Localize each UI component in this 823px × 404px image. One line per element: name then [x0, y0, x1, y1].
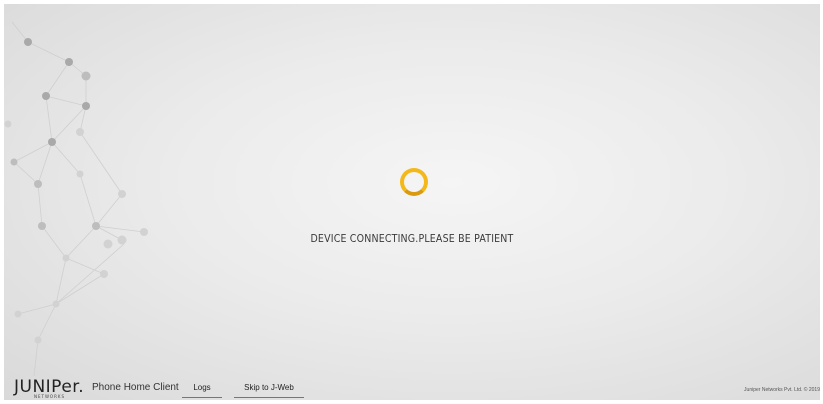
network-graphic — [4, 21, 148, 377]
skip-to-jweb-link[interactable]: Skip to J-Web — [234, 383, 304, 398]
copyright-notice: Juniper Networks Pvt. Ltd. © 2019 — [744, 387, 820, 393]
skip-to-jweb-underline — [234, 397, 304, 398]
logs-link[interactable]: Logs — [182, 383, 222, 398]
footer-bar: JUNIPer. NETWORKS Phone Home Client Logs… — [4, 379, 820, 400]
logo-subtext: NETWORKS — [34, 394, 66, 399]
phone-home-screen: DEVICE CONNECTING.PLEASE BE PATIENT JUNI… — [4, 4, 820, 400]
loading-spinner-icon — [400, 168, 428, 196]
logs-link-underline — [182, 397, 222, 398]
juniper-logo: JUNIPer. NETWORKS — [14, 379, 84, 400]
network-nodes — [4, 38, 148, 344]
logs-link-label: Logs — [193, 383, 211, 392]
skip-to-jweb-label: Skip to J-Web — [244, 383, 294, 392]
network-lines — [11, 21, 145, 377]
connecting-status-message: DEVICE CONNECTING.PLEASE BE PATIENT — [310, 232, 514, 245]
app-title: Phone Home Client — [92, 382, 179, 393]
